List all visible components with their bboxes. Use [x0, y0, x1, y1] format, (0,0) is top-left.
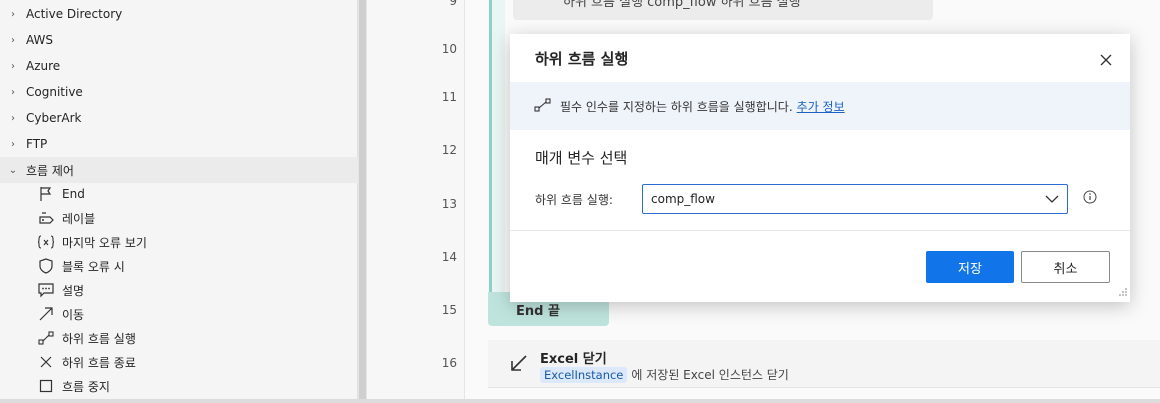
action-item-comment[interactable]: 설명 — [36, 278, 84, 302]
line-number: 11 — [441, 90, 457, 104]
end-label: End 끝 — [516, 303, 560, 319]
cancel-button[interactable]: 취소 — [1021, 251, 1110, 283]
action-item-exit-subflow[interactable]: 하위 흐름 종료 — [36, 350, 136, 374]
comment-icon — [36, 281, 56, 299]
chevron-right-icon: › — [11, 138, 15, 150]
category-ftp[interactable]: › FTP — [0, 131, 358, 157]
resize-grip-icon[interactable] — [1118, 286, 1128, 300]
info-text: 필수 인수를 지정하는 하위 흐름을 실행합니다. — [560, 99, 793, 114]
category-flow-control[interactable]: ⌄ 흐름 제어 — [0, 157, 358, 183]
save-button[interactable]: 저장 — [926, 251, 1014, 283]
step-description: ExcelInstance 에 저장된 Excel 인스턴스 닫기 — [540, 366, 789, 383]
line-number: 10 — [441, 42, 457, 56]
subflow-icon — [36, 329, 56, 347]
chevron-right-icon: › — [11, 60, 15, 72]
actions-sidebar: › Active Directory › AWS › Azure › Cogni… — [0, 0, 358, 403]
arrow-icon — [36, 305, 56, 323]
action-item-label[interactable]: 레이블 — [36, 206, 95, 230]
action-step-close-excel[interactable]: Excel 닫기 ExcelInstance 에 저장된 Excel 인스턴스 … — [488, 340, 1160, 388]
subflow-select[interactable]: comp_flow — [642, 184, 1068, 214]
info-icon[interactable] — [1083, 190, 1097, 207]
category-cognitive[interactable]: › Cognitive — [0, 79, 358, 105]
more-info-link[interactable]: 추가 정보 — [797, 98, 845, 115]
dialog-title: 하위 흐름 실행 — [535, 50, 629, 68]
line-number-gutter: 9 10 11 12 13 14 15 16 — [367, 0, 465, 403]
category-cyberark[interactable]: › CyberArk — [0, 105, 358, 131]
dialog-divider — [510, 230, 1130, 231]
chevron-right-icon: › — [11, 34, 15, 46]
action-step-run-subflow[interactable]: 하위 흐름 실행 comp_flow 하위 흐름 실행 — [513, 0, 933, 20]
label-icon — [36, 209, 56, 227]
bottom-scrollbar[interactable] — [0, 399, 1160, 403]
arrow-down-left-icon — [510, 354, 528, 375]
chevron-down-icon — [1045, 193, 1059, 208]
line-number: 12 — [441, 143, 457, 157]
category-active-directory[interactable]: › Active Directory — [0, 1, 358, 27]
action-item-end[interactable]: End — [36, 182, 85, 206]
action-item-get-last-error[interactable]: 마지막 오류 보기 — [36, 230, 147, 254]
action-item-go-to[interactable]: 이동 — [36, 302, 84, 326]
line-number: 15 — [441, 303, 457, 317]
chevron-right-icon: › — [11, 8, 15, 20]
subflow-select-value: comp_flow — [651, 192, 715, 206]
action-item-run-subflow[interactable]: 하위 흐름 실행 — [36, 326, 136, 350]
variable-token: ExcelInstance — [540, 366, 628, 383]
close-button[interactable] — [1095, 49, 1117, 71]
shield-icon — [36, 257, 56, 275]
line-number: 14 — [441, 250, 457, 264]
action-item-stop-flow[interactable]: 흐름 중지 — [36, 374, 110, 398]
close-x-icon — [36, 353, 56, 371]
section-title: 매개 변수 선택 — [535, 149, 628, 167]
line-number: 13 — [441, 197, 457, 211]
chevron-right-icon: › — [11, 112, 15, 124]
info-banner: 필수 인수를 지정하는 하위 흐름을 실행합니다. 추가 정보 — [510, 82, 1130, 130]
subflow-field-label: 하위 흐름 실행: — [535, 193, 613, 207]
close-icon — [1100, 54, 1112, 66]
stop-square-icon — [36, 377, 56, 395]
line-number: 9 — [449, 0, 457, 8]
block-container — [489, 0, 505, 296]
line-number: 16 — [441, 356, 457, 370]
step-title: Excel 닫기 — [540, 352, 607, 367]
chevron-down-icon: ⌄ — [8, 164, 18, 176]
flag-icon — [36, 185, 56, 203]
variable-icon — [36, 233, 56, 251]
subflow-icon — [534, 97, 552, 116]
run-subflow-dialog: 하위 흐름 실행 필수 인수를 지정하는 하위 흐름을 실행합니다. 추가 정보… — [510, 34, 1130, 302]
action-item-on-block-error[interactable]: 블록 오류 시 — [36, 254, 125, 278]
category-azure[interactable]: › Azure — [0, 53, 358, 79]
sidebar-scrollbar-thumb[interactable] — [359, 0, 366, 403]
category-aws[interactable]: › AWS — [0, 27, 358, 53]
chevron-right-icon: › — [11, 86, 15, 98]
